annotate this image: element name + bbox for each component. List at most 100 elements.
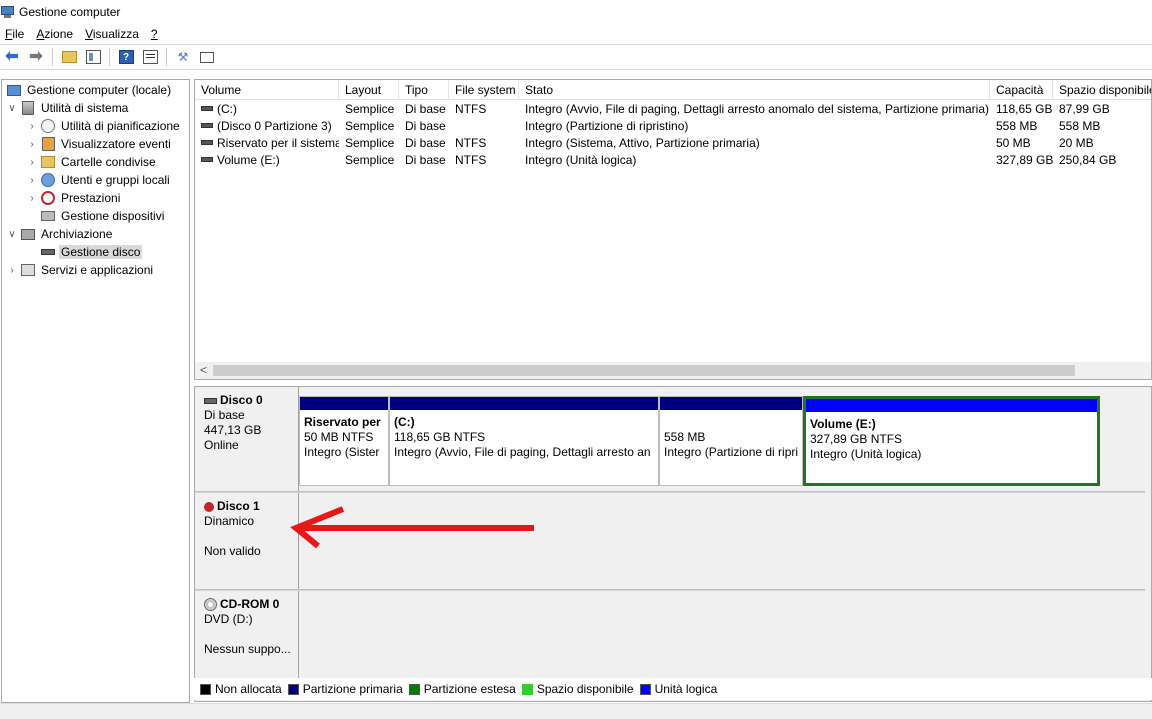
disk0-status: Online (204, 438, 239, 452)
disk0-info[interactable]: Disco 0 Di base 447,13 GB Online (195, 387, 299, 491)
column-header-tipo[interactable]: Tipo (399, 80, 449, 100)
cell-spazio: 250,84 GB (1059, 153, 1117, 167)
menu-help[interactable]: ? (146, 27, 163, 41)
legend-item: Non allocata (200, 682, 282, 696)
connect-icon[interactable]: ⚒ (173, 47, 193, 67)
tree-item-device-manager[interactable]: Gestione dispositivi (40, 207, 166, 225)
up-folder-icon[interactable] (59, 47, 79, 67)
disk-separator (195, 589, 1147, 591)
horizontal-scrollbar[interactable]: < (195, 362, 1151, 379)
shared-folder-icon (40, 154, 56, 170)
partition-size: 558 MB (664, 430, 706, 444)
title-bar: Gestione computer (0, 0, 1152, 24)
vertical-scrollbar[interactable] (1145, 387, 1151, 701)
disk1-status: Non valido (204, 544, 261, 558)
partition-c[interactable]: (C:) 118,65 GB NTFS Integro (Avvio, File d… (389, 396, 659, 486)
column-header-layout[interactable]: Layout (339, 80, 399, 100)
tree-item-storage[interactable]: ∨ Archiviazione (6, 225, 114, 243)
table-row[interactable]: (Disco 0 Partizione 3) Semplice Di base … (195, 118, 1151, 135)
partition-bar (300, 397, 388, 410)
menu-azione[interactable]: Azione (31, 27, 78, 41)
volume-list: Volume Layout Tipo File system Stato Cap… (194, 79, 1152, 380)
cell-volume: Volume (E:) (217, 153, 280, 167)
column-header-stato[interactable]: Stato (519, 80, 990, 100)
tree-item-disk-management[interactable]: Gestione disco (40, 243, 143, 261)
navigation-tree: Gestione computer (locale) ∨ Utilità di … (1, 79, 190, 703)
table-row[interactable]: Volume (E:) Semplice Di base NTFS Integr… (195, 152, 1151, 169)
column-header-filesystem[interactable]: File system (449, 80, 519, 100)
partition-reserved[interactable]: Riservato per 50 MB NTFS Integro (Sister (299, 396, 389, 486)
column-header-spazio[interactable]: Spazio disponibile (1053, 80, 1151, 100)
partition-title: Volume (E:) (810, 417, 876, 431)
column-header-capacita[interactable]: Capacità (990, 80, 1053, 100)
disk1-name: Disco 1 (217, 499, 260, 513)
cell-filesystem: NTFS (455, 153, 487, 167)
tree-item-services[interactable]: › Servizi e applicazioni (6, 261, 155, 279)
tree-item-shared-folders[interactable]: › Cartelle condivise (26, 153, 158, 171)
chevron-right-icon[interactable]: › (26, 157, 38, 168)
chevron-right-icon[interactable]: › (26, 139, 38, 150)
chevron-down-icon[interactable]: ∨ (6, 229, 18, 240)
cell-tipo: Di base (405, 102, 446, 116)
menu-file[interactable]: File (0, 27, 29, 41)
disk0-partitions: Riservato per 50 MB NTFS Integro (Sister (… (299, 387, 1147, 491)
event-viewer-icon (40, 136, 56, 152)
legend-item: Partizione primaria (287, 682, 403, 696)
partition-status: Integro (Avvio, File di paging, Dettagli… (394, 445, 651, 459)
chevron-down-icon[interactable]: ∨ (6, 103, 18, 114)
tree-label: Prestazioni (61, 191, 121, 205)
show-hide-tree-icon[interactable] (83, 47, 103, 67)
menu-visualizza[interactable]: Visualizza (80, 27, 144, 41)
disk1-info[interactable]: Disco 1 Dinamico Non valido (195, 493, 299, 589)
tree-label: Gestione dispositivi (61, 209, 165, 223)
chevron-right-icon[interactable]: › (26, 121, 38, 132)
partition-size: 327,89 GB NTFS (810, 432, 903, 446)
tree-item-system-tools[interactable]: ∨ Utilità di sistema (6, 99, 130, 117)
table-row[interactable]: Riservato per il sistema Semplice Di bas… (195, 135, 1151, 152)
tree-label: Cartelle condivise (61, 155, 156, 169)
scrollbar-thumb[interactable] (213, 365, 1075, 376)
cell-layout: Semplice (345, 102, 395, 116)
cell-layout: Semplice (345, 136, 395, 150)
tree-item-local-users[interactable]: › Utenti e gruppi locali (26, 171, 172, 189)
chevron-right-icon[interactable]: › (26, 193, 38, 204)
cd-rom-icon (204, 598, 217, 611)
cdrom0-type: DVD (D:) (204, 612, 253, 626)
column-header-volume[interactable]: Volume (195, 80, 339, 100)
chevron-right-icon[interactable]: › (6, 265, 18, 276)
tree-item-task-scheduler[interactable]: › Utilità di pianificazione (26, 117, 182, 135)
chevron-right-icon[interactable]: › (26, 175, 38, 186)
tree-item-performance[interactable]: › Prestazioni (26, 189, 122, 207)
help-icon[interactable]: ? (116, 47, 136, 67)
tree-item-root[interactable]: Gestione computer (locale) (6, 81, 173, 99)
cell-layout: Semplice (345, 119, 395, 133)
properties-icon[interactable] (140, 47, 160, 67)
cdrom0-info[interactable]: CD-ROM 0 DVD (D:) Nessun suppo... (195, 591, 299, 685)
partition-bar (390, 397, 658, 410)
legend-item: Partizione estesa (408, 682, 516, 696)
partition-recovery[interactable]: 558 MB Integro (Partizione di ripri (659, 396, 803, 486)
cell-capacita: 50 MB (996, 136, 1031, 150)
users-icon (40, 172, 56, 188)
clock-icon (40, 118, 56, 134)
partition-bar (806, 399, 1097, 412)
legend-swatch (408, 683, 420, 695)
list-view-icon[interactable] (197, 47, 217, 67)
storage-icon (20, 226, 36, 242)
legend-swatch (200, 683, 211, 695)
table-row[interactable]: (C:) Semplice Di base NTFS Integro (Avvi… (195, 101, 1151, 118)
forward-icon[interactable]: ➡ (26, 47, 46, 67)
legend-item: Spazio disponibile (521, 682, 634, 696)
scroll-left-icon[interactable]: < (200, 363, 207, 377)
partition-status: Integro (Partizione di ripri (664, 445, 799, 459)
legend-label: Partizione primaria (302, 682, 403, 696)
partition-e[interactable]: Volume (E:) 327,89 GB NTFS Integro (Unità … (803, 396, 1100, 486)
back-icon[interactable]: ⬅ (2, 47, 22, 67)
cell-capacita: 558 MB (996, 119, 1038, 133)
tree-label: Utilità di sistema (41, 101, 129, 115)
tree-item-event-viewer[interactable]: › Visualizzatore eventi (26, 135, 173, 153)
tree-label: Utilità di pianificazione (61, 119, 180, 133)
cdrom0-name: CD-ROM 0 (220, 597, 280, 611)
cell-spazio: 20 MB (1059, 136, 1094, 150)
legend-label: Spazio disponibile (536, 682, 634, 696)
